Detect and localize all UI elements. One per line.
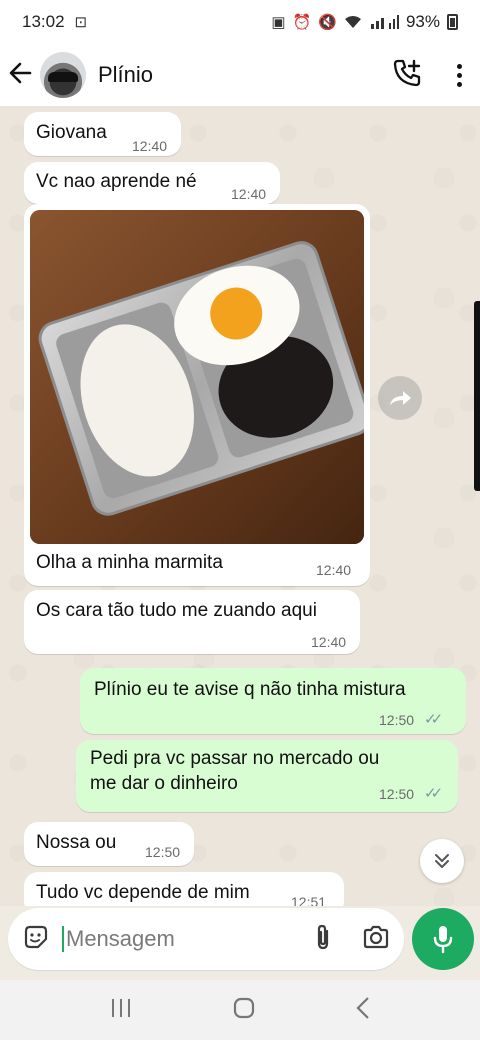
- message-bubble[interactable]: Pedi pra vc passar no mercado ou me dar …: [76, 740, 458, 812]
- status-time: 13:02: [22, 12, 65, 31]
- scroll-down-icon[interactable]: [420, 839, 464, 883]
- alarm-icon: ⏰: [292, 14, 312, 31]
- notification-icon: ▣: [271, 14, 286, 31]
- add-call-icon[interactable]: [392, 58, 422, 93]
- message-time: 12:50: [145, 844, 181, 860]
- edge-panel-handle[interactable]: [474, 301, 480, 491]
- recent-apps-icon[interactable]: [109, 997, 133, 1024]
- meal-photo[interactable]: [30, 210, 364, 544]
- message-text: Plínio eu te avise q não tinha mistura: [94, 679, 406, 700]
- contact-name[interactable]: Plínio: [98, 62, 153, 88]
- chat-header: Plínio: [0, 44, 480, 106]
- message-text-line: me dar o dinheiro: [90, 773, 238, 794]
- message-input[interactable]: [62, 926, 282, 952]
- message-text-line: Pedi pra vc passar no mercado ou: [90, 748, 380, 769]
- more-options-icon[interactable]: [452, 63, 466, 87]
- message-bubble[interactable]: Tudo vc depende de mim 12:51: [24, 872, 344, 906]
- message-text: Os cara tão tudo me zuando aqui: [36, 600, 317, 621]
- message-time: 12:50: [379, 786, 415, 802]
- message-composer: [8, 908, 404, 970]
- back-arrow-icon[interactable]: [8, 60, 38, 91]
- message-bubble[interactable]: Nossa ou 12:50: [24, 822, 194, 866]
- sticker-icon[interactable]: [22, 923, 50, 956]
- message-text: Tudo vc depende de mim: [36, 882, 250, 903]
- system-nav-bar: [0, 980, 480, 1040]
- signal-icon: [370, 15, 399, 29]
- screen-record-icon: ⊡: [74, 14, 88, 31]
- message-text: Nossa ou: [36, 832, 117, 853]
- status-bar: 13:02 ⊡ ▣ ⏰ 🔇 93%: [0, 0, 480, 44]
- wifi-icon: [344, 16, 361, 28]
- message-time: 12:40: [311, 634, 347, 650]
- message-time: 12:40: [316, 562, 352, 578]
- message-bubble[interactable]: Giovana 12:40: [24, 112, 181, 156]
- mic-icon[interactable]: [412, 908, 474, 970]
- message-bubble[interactable]: Vc nao aprende né 12:40: [24, 162, 280, 204]
- message-time: 12:40: [231, 186, 267, 202]
- read-ticks-icon: ✓✓: [424, 711, 443, 728]
- message-text: Vc nao aprende né: [36, 171, 197, 192]
- image-caption: Olha a minha marmita: [36, 552, 223, 573]
- camera-icon[interactable]: [362, 924, 390, 955]
- attach-icon[interactable]: [312, 923, 334, 956]
- battery-icon: [447, 14, 458, 30]
- message-time: 12:40: [132, 138, 168, 154]
- message-time: 12:50: [379, 712, 415, 728]
- back-nav-icon[interactable]: [355, 996, 371, 1025]
- image-message-bubble[interactable]: Olha a minha marmita 12:40: [24, 204, 370, 586]
- message-bubble[interactable]: Plínio eu te avise q não tinha mistura 1…: [80, 668, 466, 734]
- message-time: 12:51: [291, 894, 327, 906]
- chat-area[interactable]: Giovana 12:40 Vc nao aprende né 12:40 Ol…: [0, 106, 480, 906]
- message-bubble[interactable]: Os cara tão tudo me zuando aqui 12:40: [24, 590, 360, 654]
- forward-icon[interactable]: [378, 376, 422, 420]
- read-ticks-icon: ✓✓: [424, 785, 443, 802]
- message-text: Giovana: [36, 122, 107, 143]
- avatar[interactable]: [40, 52, 86, 98]
- battery-percent: 93%: [405, 12, 440, 31]
- mute-icon: 🔇: [318, 14, 337, 31]
- home-icon[interactable]: [232, 996, 256, 1025]
